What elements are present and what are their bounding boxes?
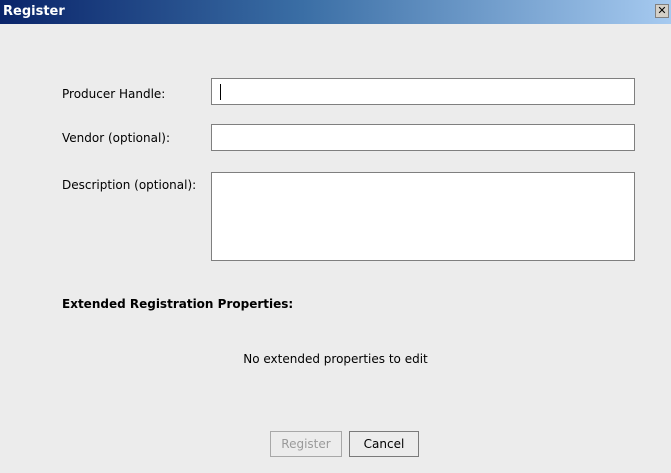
vendor-label: Vendor (optional): (62, 131, 171, 145)
extended-properties-empty-message: No extended properties to edit (243, 352, 428, 366)
description-label: Description (optional): (62, 178, 197, 192)
producer-handle-label: Producer Handle: (62, 87, 166, 101)
close-icon: ✕ (657, 4, 667, 17)
producer-handle-input[interactable] (211, 78, 635, 105)
close-button[interactable]: ✕ (655, 4, 669, 18)
description-textarea[interactable] (211, 172, 635, 261)
vendor-input[interactable] (211, 124, 635, 151)
window-title: Register (3, 4, 65, 19)
title-bar: Register ✕ (0, 0, 671, 24)
register-button[interactable]: Register (270, 431, 342, 457)
extended-properties-heading: Extended Registration Properties: (62, 297, 294, 311)
cancel-button[interactable]: Cancel (349, 431, 419, 457)
text-caret (220, 84, 221, 100)
